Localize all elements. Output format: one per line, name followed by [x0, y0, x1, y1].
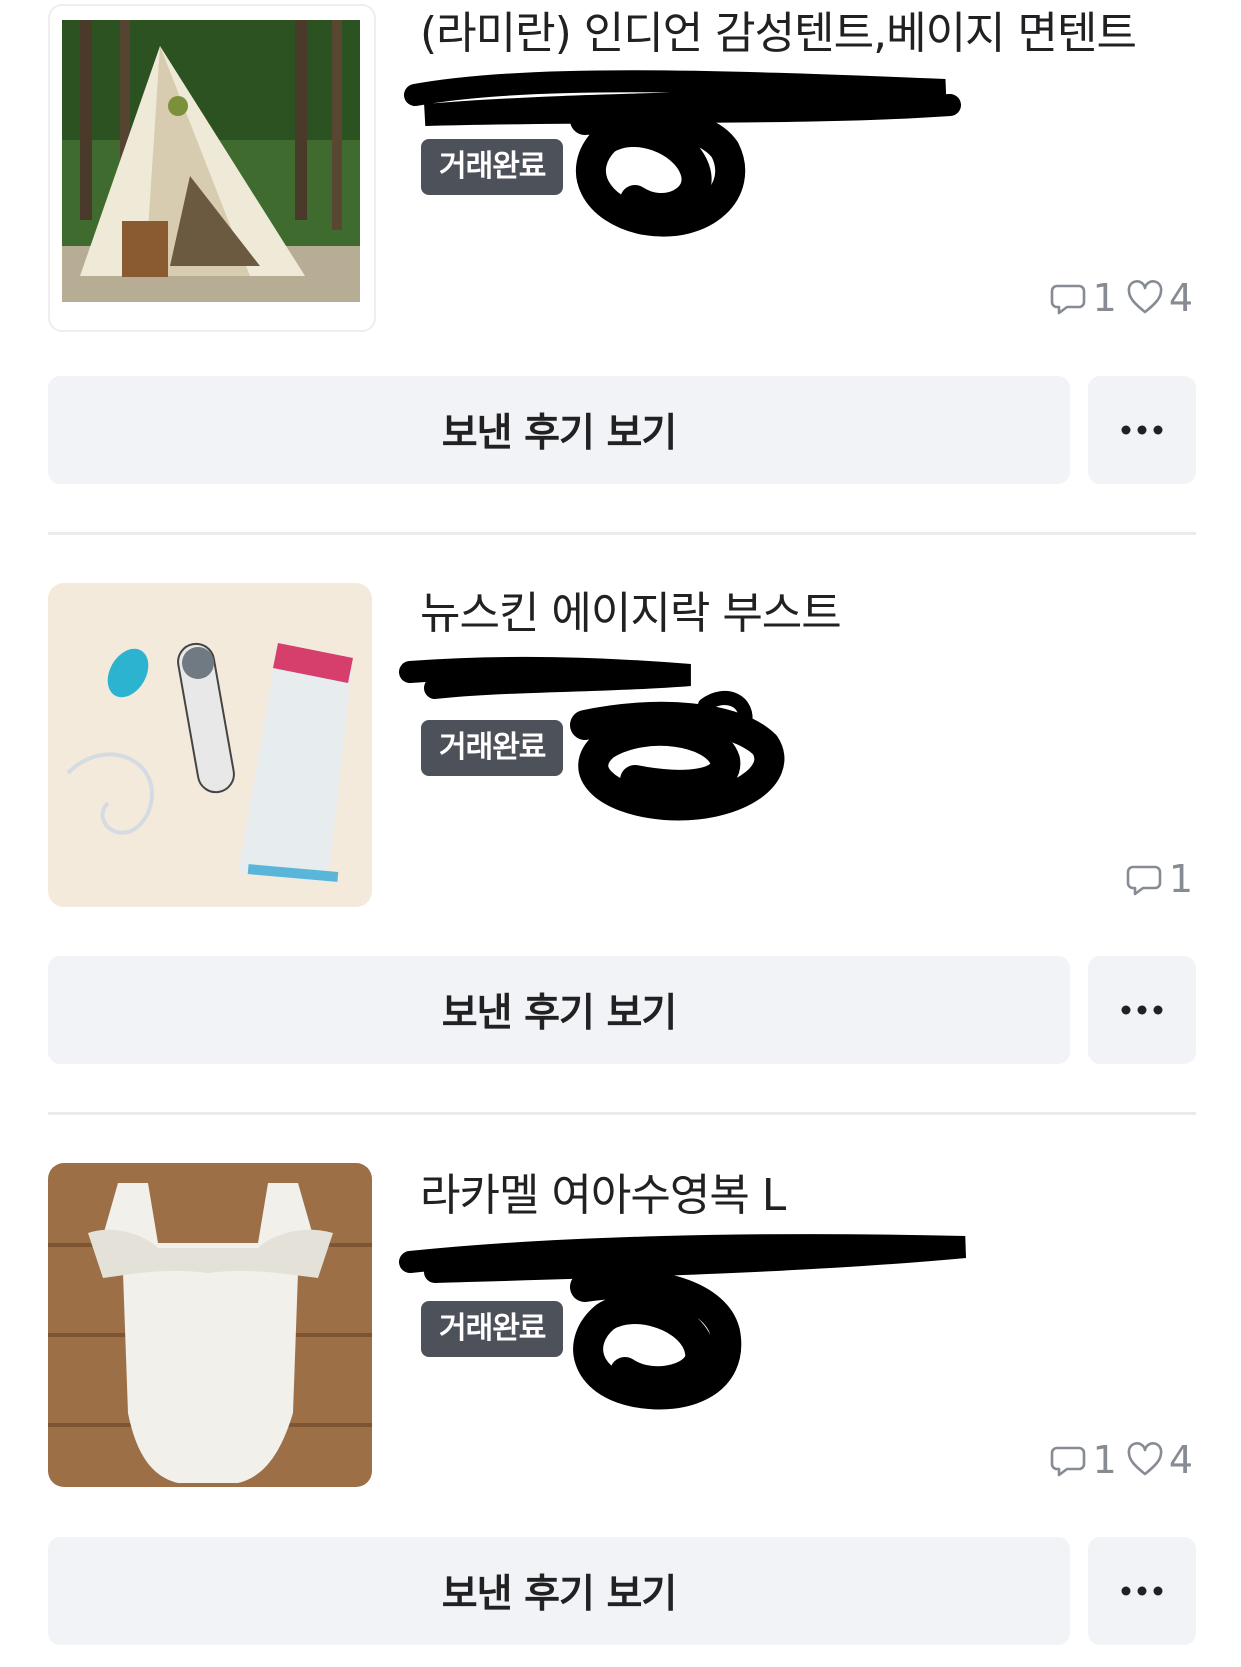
heart-icon — [1127, 280, 1163, 314]
item-stats: 1 — [1125, 857, 1193, 901]
product-thumbnail-swimsuit[interactable] — [48, 1163, 372, 1487]
like-count: 4 — [1125, 1438, 1193, 1482]
tent-photo — [62, 20, 360, 302]
more-dots-icon — [1121, 425, 1163, 435]
more-options-button[interactable] — [1088, 956, 1196, 1064]
chat-count: 1 — [1125, 857, 1193, 901]
chat-count-value: 1 — [1092, 276, 1117, 320]
chat-count-value: 1 — [1168, 857, 1193, 901]
chat-bubble-icon — [1050, 284, 1085, 315]
product-thumbnail-ageloc-boost[interactable] — [48, 583, 372, 907]
divider — [48, 532, 1196, 535]
chat-count: 1 — [1049, 276, 1117, 320]
heart-icon — [1127, 1442, 1163, 1476]
device-photo — [48, 583, 372, 907]
status-badge: 거래완료 — [421, 139, 564, 195]
chat-count: 1 — [1049, 1438, 1117, 1482]
status-badge: 거래완료 — [421, 1301, 564, 1357]
like-count-value: 4 — [1168, 1438, 1193, 1482]
view-sent-review-button[interactable]: 보낸 후기 보기 — [48, 956, 1070, 1064]
chat-count-value: 1 — [1092, 1438, 1117, 1482]
product-title[interactable]: 뉴스킨 에이지락 부스트 — [420, 588, 842, 640]
chat-bubble-icon — [1126, 865, 1162, 896]
item-stats: 1 4 — [1049, 1438, 1193, 1482]
more-options-button[interactable] — [1088, 376, 1196, 484]
divider — [48, 1112, 1196, 1115]
more-options-button[interactable] — [1088, 1537, 1196, 1645]
chat-bubble-icon — [1050, 1446, 1085, 1477]
product-title[interactable]: 라카멜 여아수영복 L — [420, 1170, 786, 1222]
view-sent-review-button[interactable]: 보낸 후기 보기 — [48, 376, 1070, 484]
status-badge: 거래완료 — [421, 720, 564, 776]
like-count: 4 — [1125, 276, 1193, 320]
like-count-value: 4 — [1168, 276, 1193, 320]
view-sent-review-button[interactable]: 보낸 후기 보기 — [48, 1537, 1070, 1645]
product-title[interactable]: (라미란) 인디언 감성텐트,베이지 면텐트 — [420, 8, 1137, 60]
product-thumbnail-tent[interactable] — [48, 4, 376, 332]
more-dots-icon — [1121, 1005, 1163, 1015]
item-stats: 1 4 — [1049, 276, 1193, 320]
more-dots-icon — [1121, 1586, 1163, 1596]
swimsuit-photo — [48, 1163, 372, 1487]
